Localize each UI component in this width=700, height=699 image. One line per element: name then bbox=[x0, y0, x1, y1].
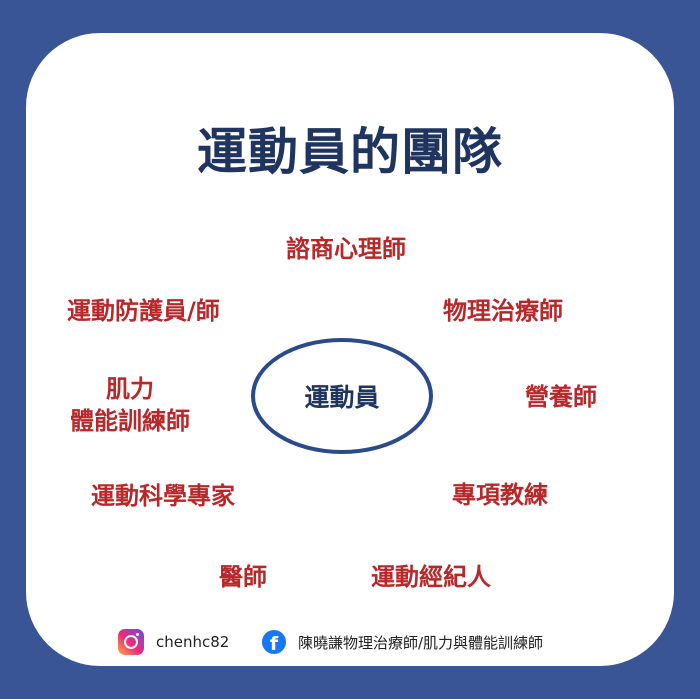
page-title: 運動員的團隊 bbox=[197, 123, 503, 181]
facebook-icon: f bbox=[262, 630, 286, 654]
role-counselor: 諮商心理師 bbox=[286, 235, 406, 263]
facebook-credit: f 陳曉謙物理治療師/肌力與體能訓練師 bbox=[262, 626, 543, 658]
instagram-credit: chenhc82 bbox=[118, 626, 229, 658]
role-athletic-trainer: 運動防護員/師 bbox=[67, 297, 220, 325]
instagram-handle: chenhc82 bbox=[156, 633, 230, 651]
role-sport-scientist: 運動科學專家 bbox=[91, 482, 235, 510]
role-strength-line2: 體能訓練師 bbox=[70, 407, 190, 435]
facebook-page-name: 陳曉謙物理治療師/肌力與體能訓練師 bbox=[298, 633, 544, 652]
role-nutritionist: 營養師 bbox=[525, 383, 597, 411]
center-label: 運動員 bbox=[304, 383, 380, 412]
role-physical-therapist: 物理治療師 bbox=[443, 297, 563, 325]
role-coach: 專項教練 bbox=[452, 481, 548, 509]
role-strength-line1: 肌力 bbox=[106, 375, 154, 403]
role-agent: 運動經紀人 bbox=[371, 563, 491, 591]
role-doctor: 醫師 bbox=[219, 563, 267, 591]
role-strength-coach: 肌力 體能訓練師 bbox=[60, 373, 200, 437]
instagram-icon bbox=[118, 629, 144, 655]
